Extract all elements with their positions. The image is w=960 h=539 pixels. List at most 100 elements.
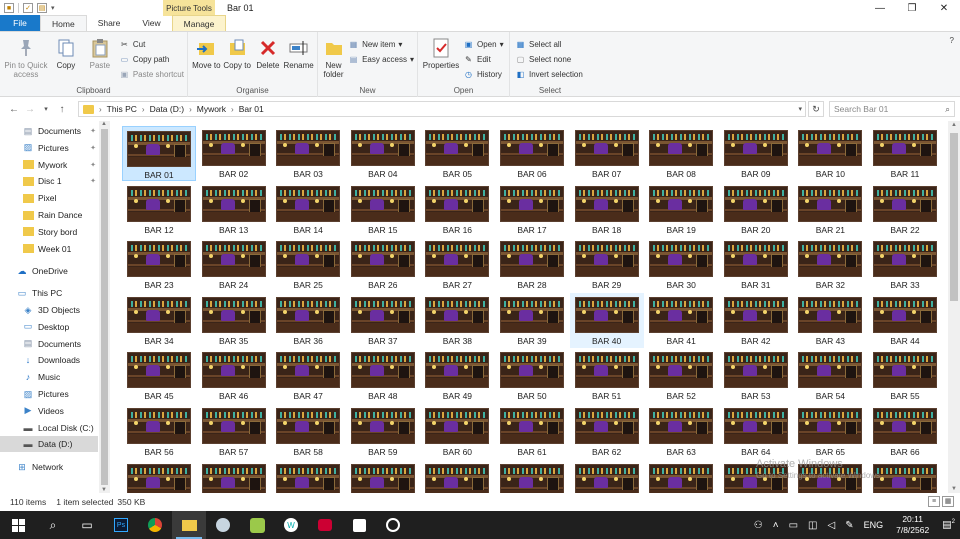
file-item[interactable]: BAR 67	[122, 460, 196, 493]
file-item[interactable]: BAR 20	[719, 182, 793, 237]
file-item[interactable]: BAR 62	[570, 404, 644, 459]
file-item[interactable]: BAR 23	[122, 237, 196, 292]
close-button[interactable]: ✕	[928, 0, 960, 16]
file-item[interactable]: BAR 29	[570, 237, 644, 292]
nav-item-music[interactable]: ♪ Music	[0, 369, 98, 385]
address-dropdown-chevron-icon[interactable]: ▾	[798, 105, 802, 113]
file-item[interactable]: BAR 66	[868, 404, 942, 459]
file-item[interactable]: BAR 54	[793, 348, 867, 403]
file-item[interactable]: BAR 13	[197, 182, 271, 237]
new-folder-icon[interactable]: ▤	[37, 3, 47, 13]
nav-item-pictures[interactable]: ▨ Pictures ✦	[0, 140, 98, 156]
nav-item-videos[interactable]: ▶ Videos	[0, 403, 98, 419]
nav-item-week-01[interactable]: Week 01	[0, 241, 98, 257]
file-item[interactable]: BAR 17	[495, 182, 569, 237]
scroll-up-icon[interactable]: ▲	[101, 121, 107, 127]
file-item[interactable]: BAR 15	[346, 182, 420, 237]
file-item[interactable]: BAR 02	[197, 126, 271, 181]
twitch-app-icon[interactable]	[342, 511, 376, 539]
scroll-down-icon[interactable]: ▼	[951, 486, 957, 492]
file-item[interactable]: BAR 72	[495, 460, 569, 493]
file-item[interactable]: BAR 49	[420, 348, 494, 403]
nav-item-pixel[interactable]: Pixel	[0, 190, 98, 206]
windows-start-icon[interactable]	[0, 511, 36, 539]
file-item[interactable]: BAR 09	[719, 126, 793, 181]
properties-check-icon[interactable]: ✓	[23, 3, 33, 13]
file-item[interactable]: BAR 60	[420, 404, 494, 459]
nav-item-mywork[interactable]: Mywork ✦	[0, 157, 98, 173]
file-item[interactable]: BAR 01	[122, 126, 196, 181]
file-item[interactable]: BAR 64	[719, 404, 793, 459]
nav-item-downloads[interactable]: ↓ Downloads	[0, 352, 98, 368]
search-input[interactable]: Search Bar 01 ⌕	[829, 101, 955, 117]
clock[interactable]: 20:11 7/8/2562	[896, 514, 929, 536]
nav-item-story-bord[interactable]: Story bord	[0, 224, 98, 240]
breadcrumb-item[interactable]: Data (D:)	[150, 104, 184, 114]
customize-toolbar-icon[interactable]: ▾	[51, 4, 55, 12]
file-item[interactable]: BAR 24	[197, 237, 271, 292]
network-icon[interactable]: ◫	[808, 520, 817, 531]
file-item[interactable]: BAR 18	[570, 182, 644, 237]
maximize-button[interactable]: ❐	[896, 0, 928, 16]
nav-item-this-pc[interactable]: ▭ This PC	[0, 285, 98, 301]
game-app-icon[interactable]	[240, 511, 274, 539]
file-item[interactable]: BAR 34	[122, 293, 196, 348]
navigation-scrollbar[interactable]: ▲ ▼	[99, 121, 110, 493]
select-none-button[interactable]: ▢ Select none	[515, 53, 583, 65]
file-item[interactable]: BAR 41	[644, 293, 718, 348]
breadcrumb-item[interactable]: Mywork	[197, 104, 226, 114]
file-item[interactable]: BAR 19	[644, 182, 718, 237]
file-item[interactable]: BAR 30	[644, 237, 718, 292]
copy-path-button[interactable]: ▭ Copy path	[119, 53, 184, 65]
refresh-icon[interactable]: ↻	[808, 101, 824, 117]
show-hidden-icons-chevron-icon[interactable]: ˄	[773, 520, 779, 531]
file-item[interactable]: BAR 06	[495, 126, 569, 181]
w-app-icon[interactable]: W	[274, 511, 308, 539]
file-item[interactable]: BAR 52	[644, 348, 718, 403]
nav-item-desktop[interactable]: ▭ Desktop	[0, 319, 98, 335]
file-item[interactable]: BAR 25	[271, 237, 345, 292]
history-button[interactable]: ◷ History	[463, 68, 504, 80]
file-item[interactable]: BAR 37	[346, 293, 420, 348]
nav-item-data-d[interactable]: ▬ Data (D:)	[0, 436, 98, 453]
nav-item-rain-dance[interactable]: Rain Dance	[0, 207, 98, 223]
file-item[interactable]: BAR 70	[346, 460, 420, 493]
file-item[interactable]: BAR 61	[495, 404, 569, 459]
file-item[interactable]: BAR 46	[197, 348, 271, 403]
file-item[interactable]: BAR 68	[197, 460, 271, 493]
file-item[interactable]: BAR 53	[719, 348, 793, 403]
tab-file[interactable]: File	[0, 15, 40, 31]
nav-item-documents[interactable]: ▤ Documents	[0, 336, 98, 352]
file-explorer-taskbar-icon[interactable]	[172, 511, 206, 539]
nav-item-3d-objects[interactable]: ◈ 3D Objects	[0, 302, 98, 318]
open-button[interactable]: ▣ Open ▾	[463, 38, 504, 50]
file-item[interactable]: BAR 71	[420, 460, 494, 493]
file-item[interactable]: BAR 58	[271, 404, 345, 459]
chrome-icon[interactable]	[138, 511, 172, 539]
file-item[interactable]: BAR 27	[420, 237, 494, 292]
breadcrumb-item[interactable]: Bar 01	[239, 104, 264, 114]
help-icon[interactable]: ?	[950, 36, 954, 45]
edit-button[interactable]: ✎ Edit	[463, 53, 504, 65]
file-item[interactable]: BAR 07	[570, 126, 644, 181]
osu-app-icon[interactable]	[376, 511, 410, 539]
file-item[interactable]: BAR 12	[122, 182, 196, 237]
paste-shortcut-button[interactable]: ▣ Paste shortcut	[119, 68, 184, 80]
nav-item-local-disk-c[interactable]: ▬ Local Disk (C:)	[0, 420, 98, 436]
file-item[interactable]: BAR 73	[570, 460, 644, 493]
people-icon[interactable]: ⚇	[754, 520, 763, 531]
file-item[interactable]: BAR 31	[719, 237, 793, 292]
content-scroll-thumb[interactable]	[950, 133, 958, 301]
file-item[interactable]: BAR 56	[122, 404, 196, 459]
nav-item-onedrive[interactable]: ☁ OneDrive	[0, 263, 98, 279]
nav-item-network[interactable]: ⊞ Network	[0, 459, 98, 475]
nav-item-disc-1[interactable]: Disc 1 ✦	[0, 173, 98, 189]
file-item[interactable]: BAR 39	[495, 293, 569, 348]
file-item[interactable]: BAR 43	[793, 293, 867, 348]
file-item[interactable]: BAR 35	[197, 293, 271, 348]
forward-arrow-icon[interactable]: →	[22, 101, 38, 117]
select-all-button[interactable]: ▦ Select all	[515, 38, 583, 50]
easy-access-button[interactable]: ▤ Easy access ▾	[348, 53, 414, 65]
tab-share[interactable]: Share	[87, 15, 132, 31]
steam-icon[interactable]	[206, 511, 240, 539]
